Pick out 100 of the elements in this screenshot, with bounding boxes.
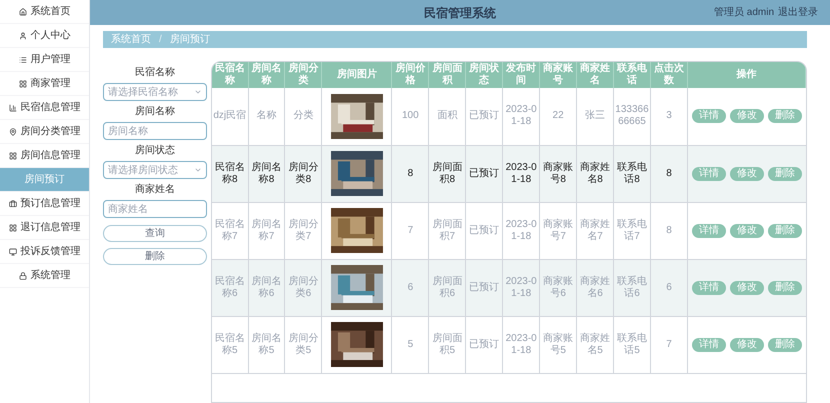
table-cell: 商家账号6 [540, 259, 577, 316]
action-button[interactable]: 删除 [768, 280, 802, 294]
table-cell: 房间名称7 [248, 202, 285, 259]
sidebar-item[interactable]: 投诉反馈管理 [0, 240, 89, 264]
breadcrumb-separator: / [159, 33, 162, 47]
action-button[interactable]: 修改 [730, 166, 764, 180]
breadcrumb-item[interactable]: 系统首页 [111, 32, 151, 47]
grid-icon [18, 80, 26, 88]
action-button[interactable]: 删除 [768, 166, 802, 180]
sidebar-item[interactable]: 预订信息管理 [0, 192, 89, 216]
filter-label: 民宿名称 [135, 66, 175, 80]
table-cell: 房间名称6 [248, 259, 285, 316]
grid-icon [8, 152, 16, 160]
table-cell: 联系电话7 [614, 202, 650, 259]
table-cell: 民宿名称6 [212, 259, 248, 316]
filter-button[interactable]: 查询 [103, 225, 207, 242]
table-cell: 联系电话8 [614, 145, 650, 202]
sidebar-item[interactable]: 房间预订 [0, 168, 89, 192]
user-icon [18, 32, 26, 40]
table-cell: 房间分类8 [284, 145, 322, 202]
table-cell: 面积 [428, 88, 466, 145]
table-cell: 民宿名称8 [212, 145, 248, 202]
table-cell: 房间名称8 [248, 145, 285, 202]
table-cell: dzj民宿 [212, 88, 248, 145]
table-cell: 民宿名称5 [212, 316, 248, 373]
action-button[interactable]: 详情 [692, 166, 726, 180]
action-button[interactable]: 删除 [768, 109, 802, 124]
table-cell: 商家账号5 [540, 316, 577, 373]
sidebar-item[interactable]: 民宿信息管理 [0, 96, 89, 120]
action-button[interactable]: 修改 [730, 338, 764, 352]
table-cell: 民宿名称7 [212, 202, 248, 259]
table-cell: 商家姓名7 [576, 202, 614, 259]
table-cell: 商家账号8 [540, 145, 577, 202]
table-cell: 商家姓名5 [576, 316, 614, 373]
table-cell: 房间面积7 [428, 202, 466, 259]
action-button[interactable]: 详情 [692, 224, 726, 238]
chevron-icon [194, 88, 202, 96]
monitor-icon [8, 248, 16, 256]
table-cell: 已预订 [466, 259, 503, 316]
table-cell: 商家账号7 [540, 202, 577, 259]
table-cell: 8 [650, 145, 688, 202]
filter-label: 房间状态 [135, 144, 175, 158]
table-cell: 8 [650, 202, 688, 259]
sidebar-item[interactable]: 用户管理 [0, 48, 89, 72]
table-cell: 商家姓名6 [576, 259, 614, 316]
action-button[interactable]: 删除 [768, 338, 802, 352]
input-field[interactable]: 商家姓名 [103, 200, 207, 218]
table-cell: 名称 [248, 88, 285, 145]
sidebar-item[interactable]: 商家管理 [0, 72, 89, 96]
table-cell: 已预订 [466, 202, 503, 259]
table-cell: 100 [392, 88, 429, 145]
table-cell: 2023-01-18 [502, 202, 540, 259]
table-cell: 张三 [576, 88, 614, 145]
filter-label: 房间名称 [135, 104, 175, 119]
table-cell: 房间面积6 [428, 259, 466, 316]
table-cell: 8 [392, 145, 429, 202]
table-cell: 房间分类6 [284, 259, 322, 316]
table-cell: 房间面积5 [428, 316, 466, 373]
action-button[interactable]: 修改 [730, 224, 764, 238]
table-cell: 房间分类7 [284, 202, 322, 259]
action-button[interactable]: 修改 [730, 109, 764, 124]
table-cell: 2023-01-18 [502, 259, 540, 316]
chevron-icon [194, 166, 202, 174]
filter-button[interactable]: 删除 [103, 248, 207, 265]
action-button[interactable]: 修改 [730, 280, 764, 294]
table-cell: 2023-01-18 [502, 316, 540, 373]
table-cell: 已预订 [466, 88, 503, 145]
home-icon [18, 8, 26, 16]
list-icon [18, 56, 26, 64]
select-field[interactable]: 请选择房间状态 [103, 161, 207, 179]
table-cell: 6 [650, 259, 688, 316]
table-cell: 分类 [284, 88, 322, 145]
lock-icon [18, 272, 26, 280]
select-field[interactable]: 请选择民宿名称 [103, 83, 207, 101]
briefcase-icon [8, 200, 16, 208]
breadcrumb-item[interactable]: 房间预订 [170, 32, 210, 47]
action-button[interactable]: 详情 [692, 338, 726, 352]
table-cell: 房间分类5 [284, 316, 322, 373]
action-button[interactable]: 删除 [768, 224, 802, 238]
sidebar-item[interactable]: 个人中心 [0, 24, 89, 48]
table-cell: 22 [540, 88, 577, 145]
table-cell: 联系电话5 [614, 316, 650, 373]
table-cell: 5 [392, 316, 429, 373]
sidebar-item[interactable]: 系统管理 [0, 264, 89, 288]
sidebar-item[interactable]: 系统首页 [0, 0, 89, 24]
action-button[interactable]: 详情 [692, 109, 726, 124]
pin-icon [8, 128, 16, 136]
input-field[interactable]: 房间名称 [103, 122, 207, 140]
action-button[interactable]: 详情 [692, 280, 726, 294]
table-cell: 2023-01-18 [502, 88, 540, 145]
table-cell: 13336666665 [614, 88, 650, 145]
table-cell: 7 [650, 316, 688, 373]
table-cell: 7 [392, 202, 429, 259]
table-cell: 商家姓名8 [576, 145, 614, 202]
logout-link[interactable]: 退出登录 [778, 5, 818, 20]
table-cell: 联系电话6 [614, 259, 650, 316]
sidebar-item[interactable]: 退订信息管理 [0, 216, 89, 240]
sidebar-item[interactable]: 房间分类管理 [0, 120, 89, 144]
app-title: 民宿管理系统 [424, 4, 496, 22]
table-cell: 6 [392, 259, 429, 316]
